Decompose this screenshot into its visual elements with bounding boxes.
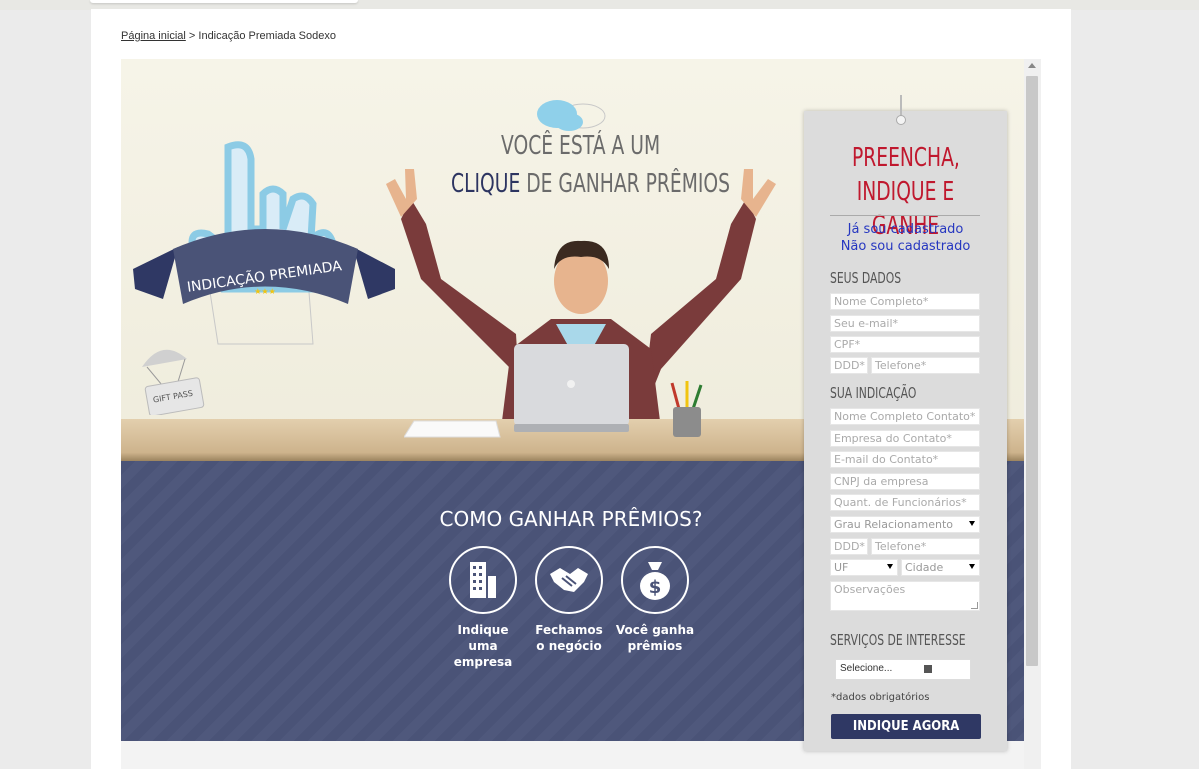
section-your-data: SEUS DADOS [830, 269, 902, 287]
step-refer-company: Indique uma empresa [443, 546, 523, 670]
step-you-win: $ Você ganha prêmios [615, 546, 695, 654]
services-select[interactable]: Selecione... [835, 659, 971, 680]
step-1-label: Indique uma empresa [443, 622, 523, 670]
phone-field[interactable]: Telefone* [871, 357, 980, 374]
contact-company-field[interactable]: Empresa do Contato* [830, 430, 980, 447]
step-1-line2: uma empresa [453, 639, 513, 669]
chevron-down-icon [887, 564, 893, 569]
contact-name-field[interactable]: Nome Completo Contato* [830, 408, 980, 425]
step-2-line1: Fechamos [535, 623, 603, 637]
notes-placeholder: Observações [834, 583, 906, 596]
tab-edge [90, 0, 358, 3]
campaign-iframe: VOCÊ ESTÁ A UM CLIQUE DE GANHAR PRÊMIOS [121, 59, 1041, 769]
step-3-label: Você ganha prêmios [615, 622, 695, 654]
campaign-scene: VOCÊ ESTÁ A UM CLIQUE DE GANHAR PRÊMIOS [121, 59, 1024, 769]
dropdown-button-icon[interactable] [924, 665, 932, 673]
pin-dot [896, 115, 906, 125]
name-field[interactable]: Nome Completo* [830, 293, 980, 310]
referral-form-panel: PREENCHA, INDIQUE E GANHE Já sou cadastra… [804, 95, 1007, 751]
contact-email-field[interactable]: E-mail do Contato* [830, 451, 980, 468]
breadcrumb: Página inicial > Indicação Premiada Sode… [121, 30, 336, 42]
form-divider [830, 215, 980, 216]
section-your-referral: SUA INDICAÇÃO [830, 384, 917, 402]
pin-string [900, 95, 902, 117]
laptop-illustration [514, 344, 629, 432]
not-registered-link[interactable]: Não sou cadastrado [804, 239, 1007, 254]
relationship-select[interactable]: Grau Relacionamento [830, 516, 980, 533]
indicacao-premiada-badge: INDICAÇÃO PREMIADA ★★★ [133, 141, 395, 345]
svg-text:$: $ [649, 577, 662, 598]
email-field[interactable]: Seu e-mail* [830, 315, 980, 332]
handshake-icon [535, 546, 603, 614]
resize-grip-icon[interactable] [971, 602, 978, 609]
notes-textarea[interactable]: Observações [830, 581, 980, 611]
building-icon [449, 546, 517, 614]
step-1-line1: Indique [457, 623, 509, 637]
contact-phone-field[interactable]: Telefone* [871, 538, 980, 555]
step-2-line2: o negócio [536, 639, 602, 653]
city-select-value: Cidade [905, 561, 944, 574]
breadcrumb-separator: > [188, 30, 196, 42]
cpf-field[interactable]: CPF* [830, 336, 980, 353]
step-3-line1: Você ganha [615, 623, 695, 637]
chevron-down-icon [969, 521, 975, 526]
form-title-line1: PREENCHA, [851, 143, 960, 173]
gift-pass-parachute-illustration: GIFT PASS [142, 349, 205, 415]
contact-ddd-field[interactable]: DDD* [830, 538, 868, 555]
how-to-win-title: COMO GANHAR PRÊMIOS? [439, 507, 703, 531]
relationship-select-value: Grau Relacionamento [834, 518, 954, 531]
submit-button[interactable]: INDIQUE AGORA [831, 714, 981, 739]
already-registered-link[interactable]: Já sou cadastrado [804, 222, 1007, 237]
page-container: Página inicial > Indicação Premiada Sode… [91, 9, 1071, 769]
scroll-up-icon[interactable] [1028, 63, 1036, 68]
breadcrumb-home-link[interactable]: Página inicial [121, 30, 186, 42]
submit-button-label: INDIQUE AGORA [852, 719, 960, 734]
step-3-line2: prêmios [627, 639, 683, 653]
ddd-field[interactable]: DDD* [830, 357, 868, 374]
scrollbar-thumb[interactable] [1026, 76, 1038, 666]
papers-illustration [404, 420, 501, 438]
services-select-value: Selecione... [840, 663, 893, 674]
badge-stars: ★★★ [254, 287, 276, 296]
section-services: SERVIÇOS DE INTERESSE [830, 631, 966, 649]
pencil-cup-illustration [670, 381, 703, 437]
money-bag-icon: $ [621, 546, 689, 614]
step-close-deal: Fechamos o negócio [529, 546, 609, 654]
iframe-scrollbar[interactable] [1024, 59, 1041, 769]
step-2-label: Fechamos o negócio [529, 622, 609, 654]
breadcrumb-current: Indicação Premiada Sodexo [198, 30, 336, 42]
city-select[interactable]: Cidade [901, 559, 980, 576]
employees-field[interactable]: Quant. de Funcionários* [830, 494, 980, 511]
required-note: *dados obrigatórios [831, 692, 930, 703]
cnpj-field[interactable]: CNPJ da empresa [830, 473, 980, 490]
chevron-down-icon [969, 564, 975, 569]
uf-select[interactable]: UF [830, 559, 898, 576]
uf-select-value: UF [834, 561, 849, 574]
